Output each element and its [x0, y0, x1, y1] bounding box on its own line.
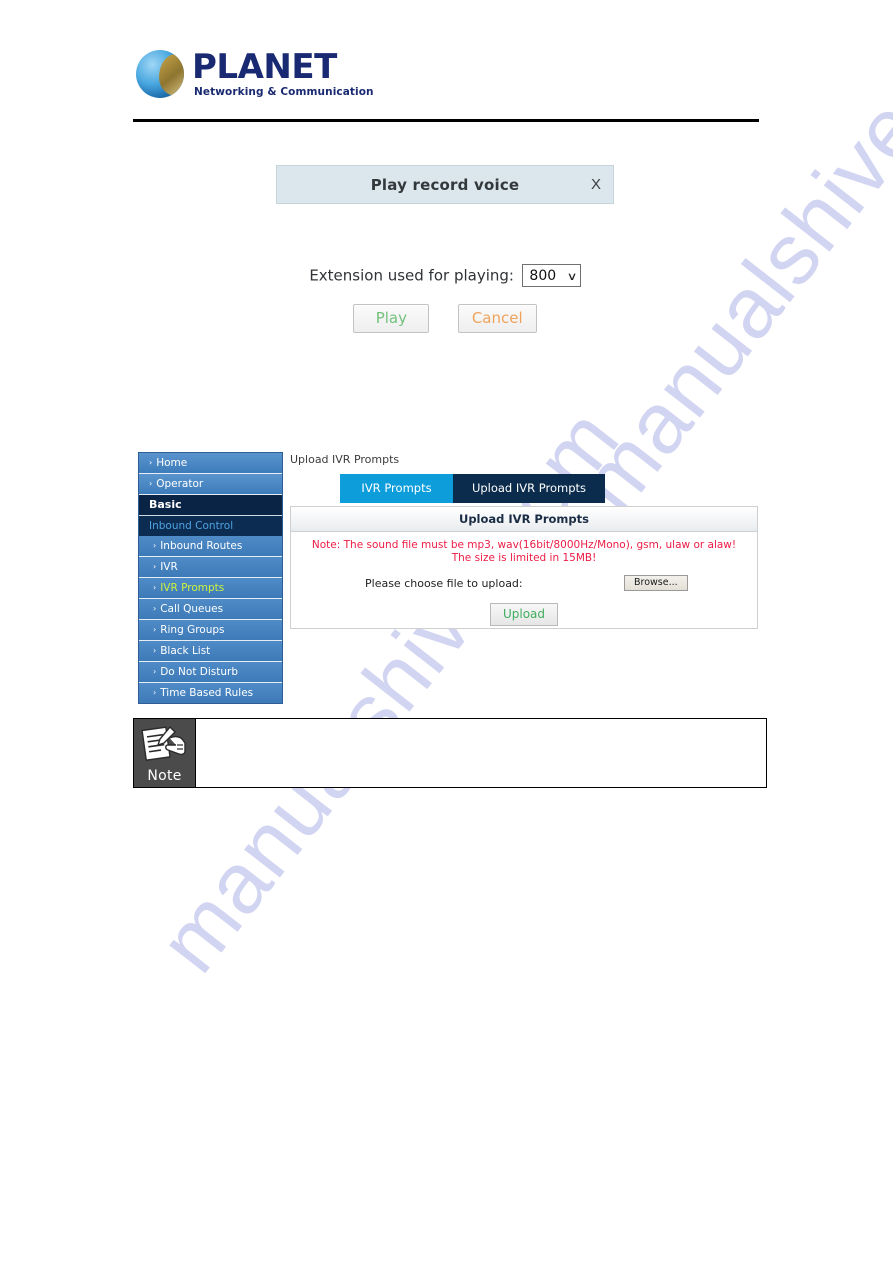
tab-strip: IVR Prompts Upload IVR Prompts [340, 474, 605, 503]
chevron-right-icon: › [153, 625, 157, 634]
chevron-down-icon: ∨ [566, 270, 578, 283]
chevron-right-icon: › [153, 541, 157, 550]
chevron-right-icon: › [153, 604, 157, 613]
sidebar-item-label: Call Queues [160, 603, 224, 615]
sidebar-item-time-based-rules[interactable]: › Time Based Rules [139, 683, 282, 703]
upload-panel: Upload IVR Prompts Note: The sound file … [290, 506, 758, 629]
file-chooser-row: Please choose file to upload: Browse... [291, 575, 757, 595]
note-icon-cell: Note [134, 719, 196, 787]
sidebar-item-ivr[interactable]: › IVR [139, 557, 282, 578]
sidebar-section-basic: Basic [139, 495, 282, 516]
format-note-text: Note: The sound file must be mp3, wav(16… [311, 539, 737, 564]
note-icon-label: Note [147, 768, 182, 784]
extension-label: Extension used for playing: [309, 266, 514, 285]
close-icon[interactable]: X [591, 176, 601, 193]
logo-tagline: Networking & Communication [194, 86, 374, 98]
extension-select[interactable]: 800 ∨ [522, 264, 581, 287]
sidebar-item-call-queues[interactable]: › Call Queues [139, 599, 282, 620]
play-record-voice-dialog: Play record voice X Extension used for p… [276, 165, 614, 333]
sidebar-item-label: IVR Prompts [160, 582, 225, 594]
chevron-right-icon: › [149, 479, 153, 488]
planet-logo: PLANET Networking & Communication [136, 48, 436, 106]
sidebar-item-ring-groups[interactable]: › Ring Groups [139, 620, 282, 641]
sidebar-item-black-list[interactable]: › Black List [139, 641, 282, 662]
chevron-right-icon: › [153, 646, 157, 655]
breadcrumb: Upload IVR Prompts [290, 453, 400, 466]
upload-button[interactable]: Upload [489, 603, 559, 626]
logo-wordmark: PLANET [192, 47, 337, 87]
sidebar-navigation: › Home › Operator Basic Inbound Control › I… [138, 452, 283, 704]
sidebar-item-label: Time Based Rules [160, 687, 254, 699]
sidebar-item-label: Black List [160, 645, 211, 657]
extension-row: Extension used for playing: 800 ∨ [276, 264, 614, 287]
header-divider [133, 119, 759, 122]
dialog-actions: Play Cancel [276, 304, 614, 333]
note-box-content [196, 719, 766, 787]
sidebar-item-home[interactable]: › Home [139, 453, 282, 474]
tab-ivr-prompts[interactable]: IVR Prompts [340, 474, 453, 503]
sidebar-item-label: IVR [160, 561, 178, 573]
sidebar-item-label: Do Not Disturb [160, 666, 239, 678]
dialog-title: Play record voice [370, 176, 520, 194]
play-button[interactable]: Play [353, 304, 430, 333]
panel-title: Upload IVR Prompts [291, 507, 757, 532]
sidebar-item-do-not-disturb[interactable]: › Do Not Disturb [139, 662, 282, 683]
globe-icon [136, 50, 184, 98]
browse-button[interactable]: Browse... [624, 575, 688, 591]
upload-action-row: Upload [291, 603, 757, 626]
chevron-right-icon: › [153, 562, 157, 571]
note-callout-box: Note [133, 718, 767, 788]
chevron-right-icon: › [153, 583, 157, 592]
sidebar-item-inbound-routes[interactable]: › Inbound Routes [139, 536, 282, 557]
sidebar-item-label: Inbound Routes [160, 540, 243, 552]
dialog-body: Extension used for playing: 800 ∨ Play C… [276, 204, 614, 333]
sidebar-item-label: Ring Groups [160, 624, 225, 636]
sidebar-item-operator[interactable]: › Operator [139, 474, 282, 495]
chevron-right-icon: › [153, 667, 157, 676]
sidebar-item-label: Operator [156, 478, 204, 490]
extension-select-value: 800 [529, 268, 557, 284]
sidebar-item-label: Home [156, 457, 188, 469]
panel-body: Note: The sound file must be mp3, wav(16… [291, 532, 757, 628]
sidebar-group-inbound-control[interactable]: Inbound Control [139, 516, 282, 536]
tab-upload-ivr-prompts[interactable]: Upload IVR Prompts [453, 474, 605, 503]
chevron-right-icon: › [153, 688, 157, 697]
cancel-button[interactable]: Cancel [457, 304, 537, 333]
content-area: Upload IVR Prompts IVR Prompts Upload IV… [290, 452, 758, 629]
dialog-header: Play record voice X [276, 165, 614, 204]
note-writing-hand-icon [141, 725, 186, 762]
chevron-right-icon: › [149, 458, 153, 467]
sidebar-item-ivr-prompts[interactable]: › IVR Prompts [139, 578, 282, 599]
file-chooser-label: Please choose file to upload: [365, 577, 523, 590]
